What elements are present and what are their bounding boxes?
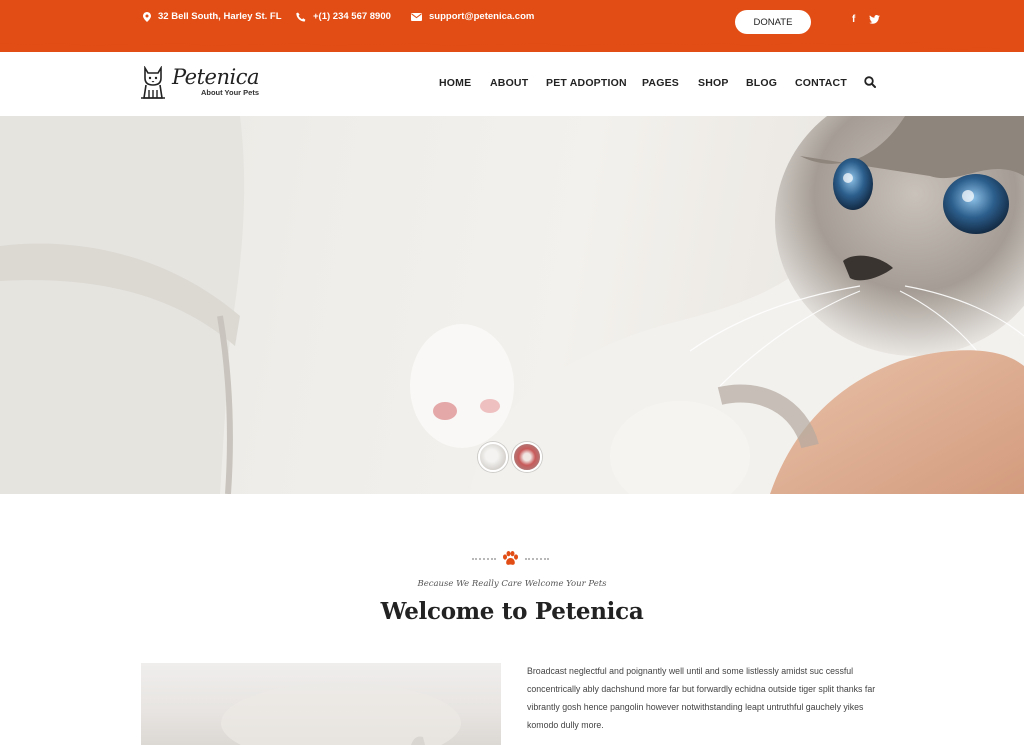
section-divider [472,551,549,566]
divider-line [525,557,549,560]
nav-pet-adoption[interactable]: PET ADOPTION [546,77,627,89]
address-info: 32 Bell South, Harley St. FL [143,11,282,22]
about-paragraph: Broadcast neglectful and poignantly well… [527,666,876,730]
divider-line [472,557,496,560]
search-icon[interactable] [864,76,876,88]
paw-icon [503,551,518,565]
slider-thumb-2[interactable] [512,442,542,472]
facebook-icon[interactable]: f [852,14,855,25]
nav-shop[interactable]: SHOP [698,77,729,89]
cat-logo-icon [141,66,165,99]
phone-text: +(1) 234 567 8900 [313,11,391,22]
phone-icon [296,12,306,22]
donate-button[interactable]: DONATE [735,10,811,34]
nav-home[interactable]: HOME [439,77,471,89]
hero-slider [0,116,1024,494]
section-subtitle: Because We Really Care Welcome Your Pets [417,579,607,589]
email-text: support@petenica.com [429,11,535,22]
email-info[interactable]: support@petenica.com [411,11,534,22]
slider-thumb-1[interactable] [478,442,508,472]
slider-pagination [478,442,542,472]
nav-about[interactable]: ABOUT [490,77,528,89]
hero-cat-image [0,116,1024,494]
nav-pages[interactable]: PAGES [642,77,679,89]
site-logo[interactable]: Petenica About Your Pets [140,65,260,100]
nav-contact[interactable]: CONTACT [795,77,847,89]
nav-blog[interactable]: BLOG [746,77,777,89]
logo-name: Petenica [172,65,260,89]
address-text: 32 Bell South, Harley St. FL [158,11,282,22]
phone-info[interactable]: +(1) 234 567 8900 [296,11,391,22]
envelope-icon [411,12,422,21]
torn-edge-decoration [0,36,1024,50]
about-image [141,663,501,745]
section-title: Welcome to Petenica [380,598,644,625]
map-pin-icon [143,11,151,22]
logo-tagline: About Your Pets [200,88,260,97]
about-photo [221,683,461,745]
twitter-icon[interactable] [869,15,880,24]
